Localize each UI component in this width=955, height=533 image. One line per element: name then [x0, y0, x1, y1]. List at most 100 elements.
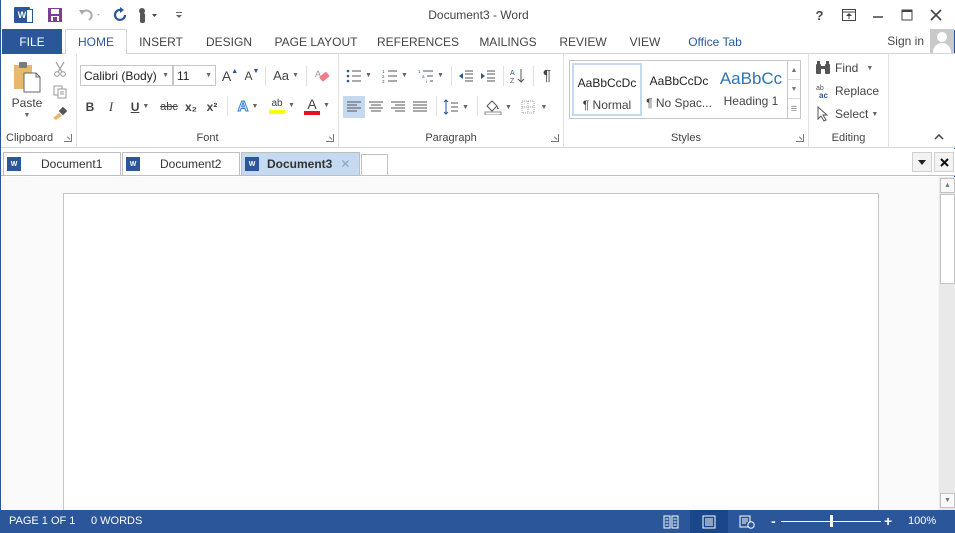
clear-formatting-button[interactable]: A	[311, 65, 333, 86]
close-icon	[939, 157, 949, 167]
shrink-font-button[interactable]: A ▼	[243, 65, 261, 86]
sign-in-link[interactable]: Sign in	[887, 34, 924, 48]
sort-button[interactable]: AZ	[507, 65, 529, 86]
tab-view[interactable]: VIEW	[621, 29, 669, 54]
paragraph-launcher-icon[interactable]	[551, 134, 559, 142]
tab-office-tab[interactable]: Office Tab	[677, 29, 753, 54]
align-right-button[interactable]	[387, 96, 409, 118]
zoom-out-button[interactable]: -	[771, 513, 776, 529]
paste-button[interactable]: Paste ▼	[7, 58, 47, 122]
styles-more-button[interactable]: ☰	[788, 99, 800, 118]
tab-references[interactable]: REFERENCES	[373, 29, 463, 54]
status-bar: PAGE 1 OF 1 0 WORDS - + 100%	[1, 510, 955, 533]
show-formatting-marks-button[interactable]: ¶	[538, 65, 556, 86]
minimize-icon	[872, 16, 883, 18]
doc-tab-document2[interactable]: W Document2	[122, 152, 240, 175]
align-left-button[interactable]	[343, 96, 365, 118]
bullets-button[interactable]: ▼	[343, 65, 375, 86]
new-tab-button[interactable]	[361, 154, 388, 175]
avatar[interactable]	[930, 29, 954, 53]
zoom-level[interactable]: 100%	[908, 515, 936, 527]
vertical-scrollbar[interactable]: ▲ ▼	[938, 177, 955, 510]
tab-list-dropdown-button[interactable]	[912, 152, 932, 172]
paste-icon	[14, 62, 41, 93]
tab-insert[interactable]: INSERT	[131, 29, 191, 54]
italic-button[interactable]: I	[103, 96, 119, 117]
style-normal[interactable]: AaBbCcDc ¶ Normal	[572, 63, 642, 116]
document-page[interactable]	[63, 193, 879, 523]
underline-button[interactable]: U ▼	[124, 96, 156, 117]
zoom-slider-thumb[interactable]	[830, 515, 833, 527]
scroll-down-button[interactable]: ▼	[940, 493, 955, 508]
highlight-button[interactable]: ab ▼	[266, 94, 298, 117]
clear-formatting-icon: A	[315, 69, 330, 81]
scroll-thumb[interactable]	[940, 194, 955, 284]
decrease-indent-button[interactable]	[455, 65, 477, 86]
numbering-button[interactable]: 1 2 3 ▼	[379, 65, 411, 86]
font-size-combo[interactable]: 11 ▼	[173, 65, 216, 86]
doc-tab-document1[interactable]: W Document1	[3, 152, 121, 175]
align-center-button[interactable]	[365, 96, 387, 118]
font-name-combo[interactable]: Calibri (Body) ▼	[80, 65, 173, 86]
tab-review[interactable]: REVIEW	[553, 29, 613, 54]
help-button[interactable]: ?	[805, 4, 834, 26]
format-painter-button[interactable]	[51, 104, 69, 122]
tab-design[interactable]: DESIGN	[197, 29, 261, 54]
doc-tab-document3[interactable]: W Document3 ✕	[241, 152, 360, 175]
clipboard-launcher-icon[interactable]	[64, 134, 72, 142]
tab-mailings[interactable]: MAILINGS	[471, 29, 545, 54]
styles-scroll-up-button[interactable]: ▲	[788, 61, 800, 80]
style-no-spacing[interactable]: AaBbCcDc ¶ No Spac...	[644, 63, 714, 116]
close-document-button[interactable]	[934, 152, 954, 172]
minimize-button[interactable]	[863, 4, 892, 26]
font-launcher-icon[interactable]	[326, 134, 334, 142]
close-tab-icon[interactable]: ✕	[340, 157, 350, 171]
line-spacing-button[interactable]: ▼	[440, 96, 472, 118]
find-button[interactable]: Find ▼	[815, 58, 873, 78]
chevron-down-icon: ▼	[437, 72, 444, 79]
print-layout-button[interactable]	[690, 510, 728, 533]
binoculars-icon	[816, 61, 830, 74]
text-effects-button[interactable]: A ▼	[233, 96, 263, 117]
scroll-up-button[interactable]: ▲	[940, 178, 955, 193]
collapse-ribbon-button[interactable]	[931, 130, 947, 144]
strikethrough-button[interactable]: abc	[159, 96, 179, 117]
replace-button[interactable]: ab ac Replace	[815, 81, 879, 101]
tab-file[interactable]: FILE	[2, 29, 62, 54]
tab-page-layout[interactable]: PAGE LAYOUT	[269, 29, 363, 54]
superscript-button[interactable]: x²	[203, 96, 221, 117]
chevron-down-icon: ▼	[288, 102, 295, 109]
close-button[interactable]	[921, 4, 950, 26]
styles-launcher-icon[interactable]	[796, 134, 804, 142]
select-button[interactable]: Select ▼	[817, 104, 878, 124]
increase-indent-button[interactable]	[477, 65, 499, 86]
page-count[interactable]: PAGE 1 OF 1	[9, 515, 75, 527]
styles-scroll-down-button[interactable]: ▼	[788, 80, 800, 99]
paste-dropdown-icon: ▼	[23, 112, 31, 119]
shading-button[interactable]: ▼	[482, 96, 514, 118]
tab-home[interactable]: HOME	[65, 29, 127, 55]
subscript-button[interactable]: x₂	[182, 96, 200, 117]
web-layout-button[interactable]	[728, 510, 766, 533]
justify-button[interactable]	[409, 96, 431, 118]
grow-font-button[interactable]: A ▲	[221, 65, 239, 86]
decrease-indent-icon	[459, 70, 473, 81]
font-color-button[interactable]: A ▼	[301, 94, 333, 117]
bold-button[interactable]: B	[82, 96, 98, 117]
read-mode-button[interactable]	[652, 510, 690, 533]
chevron-down-icon: ▼	[323, 102, 330, 109]
zoom-in-button[interactable]: +	[884, 513, 892, 529]
maximize-button[interactable]	[892, 4, 921, 26]
clipboard-group: Paste ▼ Clipboard	[1, 54, 77, 148]
word-window: W Document3 - Word ? FILE HOME INSERT DE…	[0, 0, 955, 533]
multilevel-list-button[interactable]: 1 a i ▼	[415, 65, 447, 86]
borders-button[interactable]: ▼	[517, 96, 551, 118]
ribbon-display-options-button[interactable]	[834, 4, 863, 26]
word-count[interactable]: 0 WORDS	[91, 515, 142, 527]
style-heading-1[interactable]: AaBbCc Heading 1	[716, 63, 786, 116]
change-case-button[interactable]: Aa ▼	[270, 65, 302, 86]
cut-button[interactable]	[51, 60, 69, 78]
copy-button[interactable]	[51, 83, 69, 101]
svg-text:a: a	[422, 74, 425, 79]
maximize-icon	[901, 9, 912, 21]
